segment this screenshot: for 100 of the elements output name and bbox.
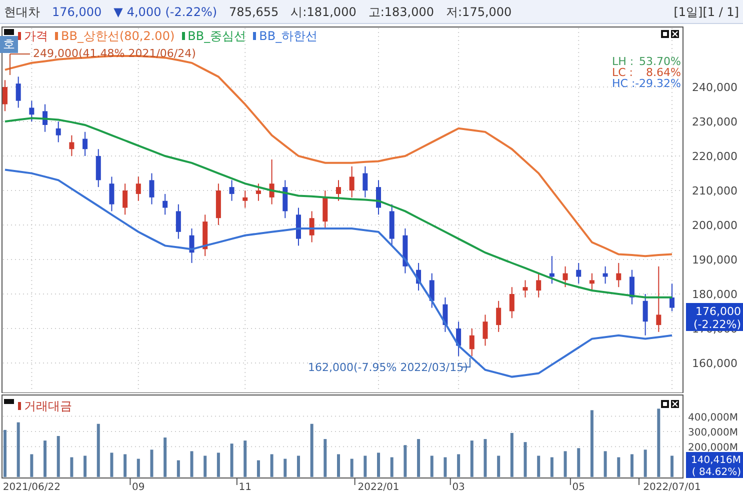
current-volume-tag: 140,416M ( 84.62%) — [686, 452, 743, 478]
falling-candle — [82, 131, 88, 157]
rising-candle — [2, 80, 8, 112]
close-icon[interactable] — [671, 400, 679, 408]
falling-candle — [42, 104, 48, 132]
falling-candle — [282, 180, 288, 219]
stat-value: 53.70% — [639, 55, 681, 68]
change-percent: (-2.22%) — [165, 4, 218, 20]
rising-candle — [562, 266, 568, 288]
falling-candle — [189, 228, 194, 264]
date-axis-label: 2022/01 — [358, 482, 400, 493]
falling-candle — [16, 76, 21, 108]
high-price: 고:183,000 — [368, 4, 434, 20]
falling-candle — [629, 269, 634, 305]
maximize-icon[interactable] — [661, 400, 669, 408]
stat-label: LC : — [612, 66, 634, 79]
rising-candle — [216, 183, 221, 226]
falling-candle — [96, 148, 101, 188]
price-axis-label: 240,000 — [692, 81, 738, 94]
volume-axis-label: 400,000M — [688, 412, 738, 424]
rising-candle — [616, 262, 622, 288]
low-price: 저:175,000 — [446, 4, 512, 20]
falling-candle — [549, 256, 554, 284]
date-axis-label: 11 — [238, 482, 252, 493]
leader-line — [10, 54, 30, 76]
rising-candle — [309, 210, 314, 243]
falling-candle — [376, 180, 382, 216]
rising-candle — [469, 328, 474, 357]
falling-candle — [162, 193, 168, 216]
current-price-tag: 176,000 (-2.22%) — [686, 303, 743, 331]
falling-candle — [456, 321, 462, 357]
rising-candle — [536, 272, 542, 298]
rising-candle — [136, 176, 141, 202]
rising-candle — [496, 300, 502, 332]
falling-candle — [56, 121, 61, 143]
date-axis-label: 09 — [132, 482, 145, 493]
rising-candle — [322, 190, 328, 229]
falling-candle — [176, 204, 181, 240]
falling-candle — [442, 296, 448, 332]
legend-label: BB_하한선 — [259, 30, 318, 42]
open-price: 시:181,000 — [290, 4, 356, 20]
stat-label: LH : — [612, 55, 634, 68]
falling-candle — [389, 204, 394, 246]
close-icon[interactable] — [671, 30, 679, 38]
rising-candle — [589, 272, 594, 292]
rising-candle — [269, 158, 274, 205]
legend-marker — [18, 402, 21, 410]
low-price-note: 162,000(-7.95% 2022/03/15) — [308, 361, 468, 374]
rising-candle — [256, 183, 261, 202]
down-arrow: ▼ — [114, 4, 123, 20]
date-axis-label: 05 — [572, 482, 585, 493]
rising-candle — [656, 266, 662, 332]
legend-label: BB_상한선(80,2.00) — [61, 30, 175, 42]
falling-candle — [642, 294, 648, 336]
high-price-note: 249,000(41.48% 2021/06/24) — [33, 47, 196, 60]
rising-candle — [349, 166, 354, 198]
falling-candle — [229, 180, 234, 202]
stat-label: HC : — [612, 77, 636, 90]
price-axis-label: 190,000 — [692, 254, 738, 266]
date-axis-label: 03 — [452, 482, 465, 493]
rising-candle — [122, 183, 128, 216]
price-axis-label: 220,000 — [692, 150, 738, 164]
falling-candle — [29, 100, 34, 122]
rising-candle — [242, 190, 248, 208]
falling-candle — [109, 176, 114, 212]
rising-candle — [336, 180, 341, 202]
falling-candle — [602, 266, 608, 284]
price-axis-label: 230,000 — [692, 116, 738, 129]
current-price: 176,000 — [52, 4, 102, 20]
rising-candle — [482, 314, 488, 346]
rising-candle — [522, 280, 528, 298]
price-axis-label: 180,000 — [692, 288, 738, 301]
falling-candle — [429, 272, 434, 308]
falling-candle — [576, 262, 582, 284]
legend-label: 가격 — [24, 30, 48, 42]
date-axis-label: 2021/06/22 — [2, 482, 60, 493]
falling-candle — [416, 262, 422, 292]
falling-candle — [296, 207, 301, 246]
falling-candle — [362, 166, 368, 198]
falling-candle — [402, 228, 408, 274]
page-indicator: [1 / 1] — [702, 4, 739, 20]
rising-candle — [202, 214, 208, 257]
rising-candle — [69, 134, 74, 157]
stock-name: 현대차 — [4, 4, 40, 20]
volume-axis-label: 300,000M — [688, 427, 738, 438]
price-change: 4,000 — [126, 4, 162, 20]
stat-value: 8.64% — [646, 66, 681, 79]
date-axis-label: 2022/07/01 — [643, 482, 701, 493]
period-selector[interactable]: [1일] — [674, 2, 703, 20]
legend-label: BB_중심선 — [188, 30, 246, 42]
price-axis-label: 200,000 — [692, 219, 738, 232]
trade-volume: 785,655 — [229, 4, 279, 20]
maximize-icon[interactable] — [661, 30, 669, 38]
price-axis-label: 160,000 — [692, 357, 738, 370]
legend-label: 거래대금 — [24, 400, 72, 412]
price-axis-label: 210,000 — [692, 184, 738, 198]
rising-candle — [509, 286, 514, 319]
falling-candle — [670, 283, 674, 312]
volume-axis-label: 200,000M — [688, 442, 738, 454]
falling-candle — [149, 172, 154, 205]
